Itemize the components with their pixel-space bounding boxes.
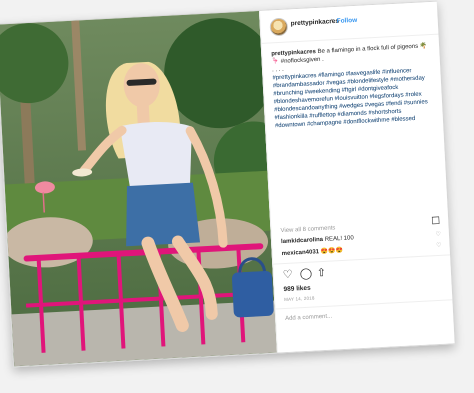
comment-row: lamkidcarolina REAL! 100: [281, 235, 354, 245]
comment-row: mexican4031 😍😍😍: [282, 247, 344, 257]
comment-username[interactable]: mexican4031: [282, 249, 320, 257]
likes-count[interactable]: 989 likes: [283, 285, 310, 293]
post-date: MAY 14, 2018: [283, 295, 315, 303]
separator-dot: •: [330, 17, 334, 25]
caption: prettypinkacres Be a flamingo in a flock…: [271, 42, 433, 130]
post-photo[interactable]: [0, 10, 277, 367]
photo-image: [0, 10, 277, 367]
bookmark-icon[interactable]: ☐: [431, 216, 441, 227]
post-side-panel: prettypinkacres • Follow prettypinkacres…: [258, 1, 455, 353]
caption-hashtags[interactable]: #prettypinkacres #flamingo #lasvegaslife…: [272, 68, 428, 129]
post-header: prettypinkacres • Follow: [259, 1, 439, 44]
view-all-comments-link[interactable]: View all 8 comments: [280, 225, 335, 234]
avatar[interactable]: [269, 17, 289, 37]
comment-text: 😍😍😍: [320, 247, 344, 256]
add-comment-input[interactable]: Add a comment...: [275, 299, 454, 329]
caption-username[interactable]: prettypinkacres: [271, 49, 316, 57]
comment-icon[interactable]: ◯: [299, 267, 313, 281]
instagram-post-card: prettypinkacres • Follow prettypinkacres…: [0, 0, 455, 368]
heart-icon[interactable]: ♡: [282, 268, 293, 282]
follow-button[interactable]: Follow: [336, 17, 357, 25]
action-bar: ♡ ◯ ⇧: [273, 254, 452, 285]
comment-text: REAL! 100: [324, 235, 354, 243]
comment-username[interactable]: lamkidcarolina: [281, 237, 323, 245]
comment-like-icon[interactable]: ♡: [435, 231, 441, 238]
comment-like-icon[interactable]: ♡: [436, 242, 442, 249]
share-icon[interactable]: ⇧: [316, 266, 326, 279]
